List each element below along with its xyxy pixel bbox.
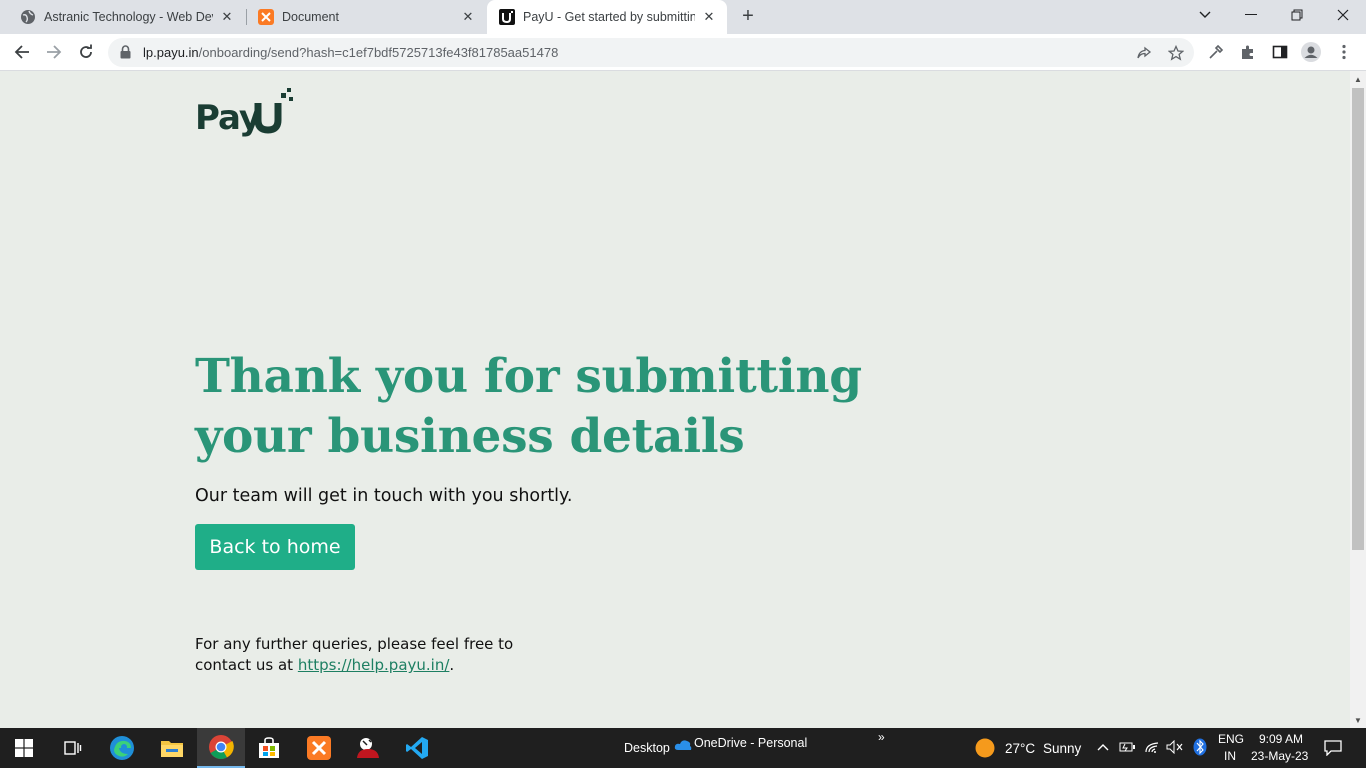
payu-icon xyxy=(499,9,515,25)
help-link[interactable]: https://help.payu.in/ xyxy=(298,656,450,674)
browser-toolbar: lp.payu.in/onboarding/send?hash=c1ef7bdf… xyxy=(0,34,1366,71)
wifi-icon[interactable] xyxy=(1144,740,1162,757)
clock-date[interactable]: 23-May-23 xyxy=(1251,749,1308,763)
url-path: /onboarding/send?hash=c1ef7bdf5725713fe4… xyxy=(198,45,559,60)
file-explorer-icon[interactable] xyxy=(148,728,196,768)
svg-text:Pay: Pay xyxy=(195,98,261,137)
chevron-up-icon[interactable] xyxy=(1097,740,1109,754)
clock-time[interactable]: 9:09 AM xyxy=(1259,732,1303,746)
app-tray-icon[interactable] xyxy=(344,728,392,768)
desktop-toolbar-label[interactable]: Desktop xyxy=(624,741,670,755)
side-panel-icon[interactable] xyxy=(1270,42,1290,62)
tab-document[interactable]: Document ✕ xyxy=(238,0,486,34)
share-icon[interactable] xyxy=(1134,43,1154,63)
url-text: lp.payu.in/onboarding/send?hash=c1ef7bdf… xyxy=(143,45,558,60)
vscode-icon[interactable] xyxy=(393,728,441,768)
close-tab-icon[interactable]: ✕ xyxy=(460,9,476,25)
tab-payu[interactable]: PayU - Get started by submitting ✕ xyxy=(487,0,727,34)
globe-icon xyxy=(20,9,36,25)
tab-strip: Astranic Technology - Web Devel ✕ Docume… xyxy=(0,0,1366,34)
microsoft-store-icon[interactable] xyxy=(245,728,293,768)
extensions-icon[interactable] xyxy=(1238,42,1258,62)
tab-search-button[interactable] xyxy=(1182,0,1228,30)
back-to-home-button[interactable]: Back to home xyxy=(195,524,355,570)
forward-button[interactable] xyxy=(44,42,64,62)
sun-weather-icon[interactable] xyxy=(975,738,995,763)
chrome-icon[interactable] xyxy=(197,728,245,768)
tab-title: Astranic Technology - Web Devel xyxy=(44,10,213,24)
url-host: lp.payu.in xyxy=(143,45,199,60)
new-tab-button[interactable]: + xyxy=(738,6,758,27)
weather-desc[interactable]: Sunny xyxy=(1043,741,1081,756)
scroll-down-arrow-icon[interactable]: ▼ xyxy=(1350,712,1366,728)
language-indicator-top[interactable]: ENG xyxy=(1218,732,1244,746)
lock-icon[interactable] xyxy=(120,45,131,64)
payu-logo[interactable]: Pay xyxy=(195,87,305,138)
bluetooth-icon[interactable] xyxy=(1193,738,1207,759)
xampp-icon xyxy=(258,9,274,25)
weather-temp[interactable]: 27°C xyxy=(1005,741,1035,756)
windows-taskbar: Desktop OneDrive - Personal » 27°C Sunny… xyxy=(0,728,1366,768)
bookmark-star-icon[interactable] xyxy=(1166,43,1186,63)
scroll-thumb[interactable] xyxy=(1352,88,1364,550)
volume-muted-icon[interactable] xyxy=(1166,739,1184,757)
task-view-icon[interactable] xyxy=(48,728,96,768)
xampp-taskbar-icon[interactable] xyxy=(295,728,343,768)
chevron-right-icon[interactable]: » xyxy=(878,730,885,744)
page-headline: Thank you for submitting your business d… xyxy=(195,349,862,464)
address-bar[interactable]: lp.payu.in/onboarding/send?hash=c1ef7bdf… xyxy=(108,38,1194,67)
battery-icon[interactable] xyxy=(1119,741,1137,756)
profile-avatar-icon[interactable] xyxy=(1301,42,1321,62)
page-scrollbar[interactable]: ▲ ▼ xyxy=(1350,71,1366,728)
tab-title: Document xyxy=(282,10,339,24)
tab-astranic[interactable]: Astranic Technology - Web Devel ✕ xyxy=(0,0,245,34)
tab-title: PayU - Get started by submitting xyxy=(523,10,695,24)
minimize-button[interactable] xyxy=(1228,0,1274,30)
close-tab-icon[interactable]: ✕ xyxy=(701,9,717,25)
onedrive-icon[interactable] xyxy=(674,738,692,756)
menu-kebab-icon[interactable] xyxy=(1334,42,1354,62)
queries-end: . xyxy=(449,656,455,674)
onedrive-label[interactable]: OneDrive - Personal xyxy=(694,736,807,750)
back-button[interactable] xyxy=(12,42,32,62)
restore-button[interactable] xyxy=(1274,0,1320,30)
start-button[interactable] xyxy=(0,728,48,768)
reload-button[interactable] xyxy=(76,42,96,62)
scroll-up-arrow-icon[interactable]: ▲ xyxy=(1350,71,1366,87)
close-tab-icon[interactable]: ✕ xyxy=(219,9,235,25)
notification-icon[interactable] xyxy=(1324,740,1342,759)
confirmation-message: Our team will get in touch with you shor… xyxy=(195,486,573,506)
edge-icon[interactable] xyxy=(98,728,146,768)
page-content: Pay Thank you for submitting your busine… xyxy=(0,71,1350,728)
queries-text: For any further queries, please feel fre… xyxy=(195,634,555,676)
language-indicator-bottom[interactable]: IN xyxy=(1224,749,1236,763)
close-window-button[interactable] xyxy=(1320,0,1366,30)
eyedropper-icon[interactable] xyxy=(1206,42,1226,62)
